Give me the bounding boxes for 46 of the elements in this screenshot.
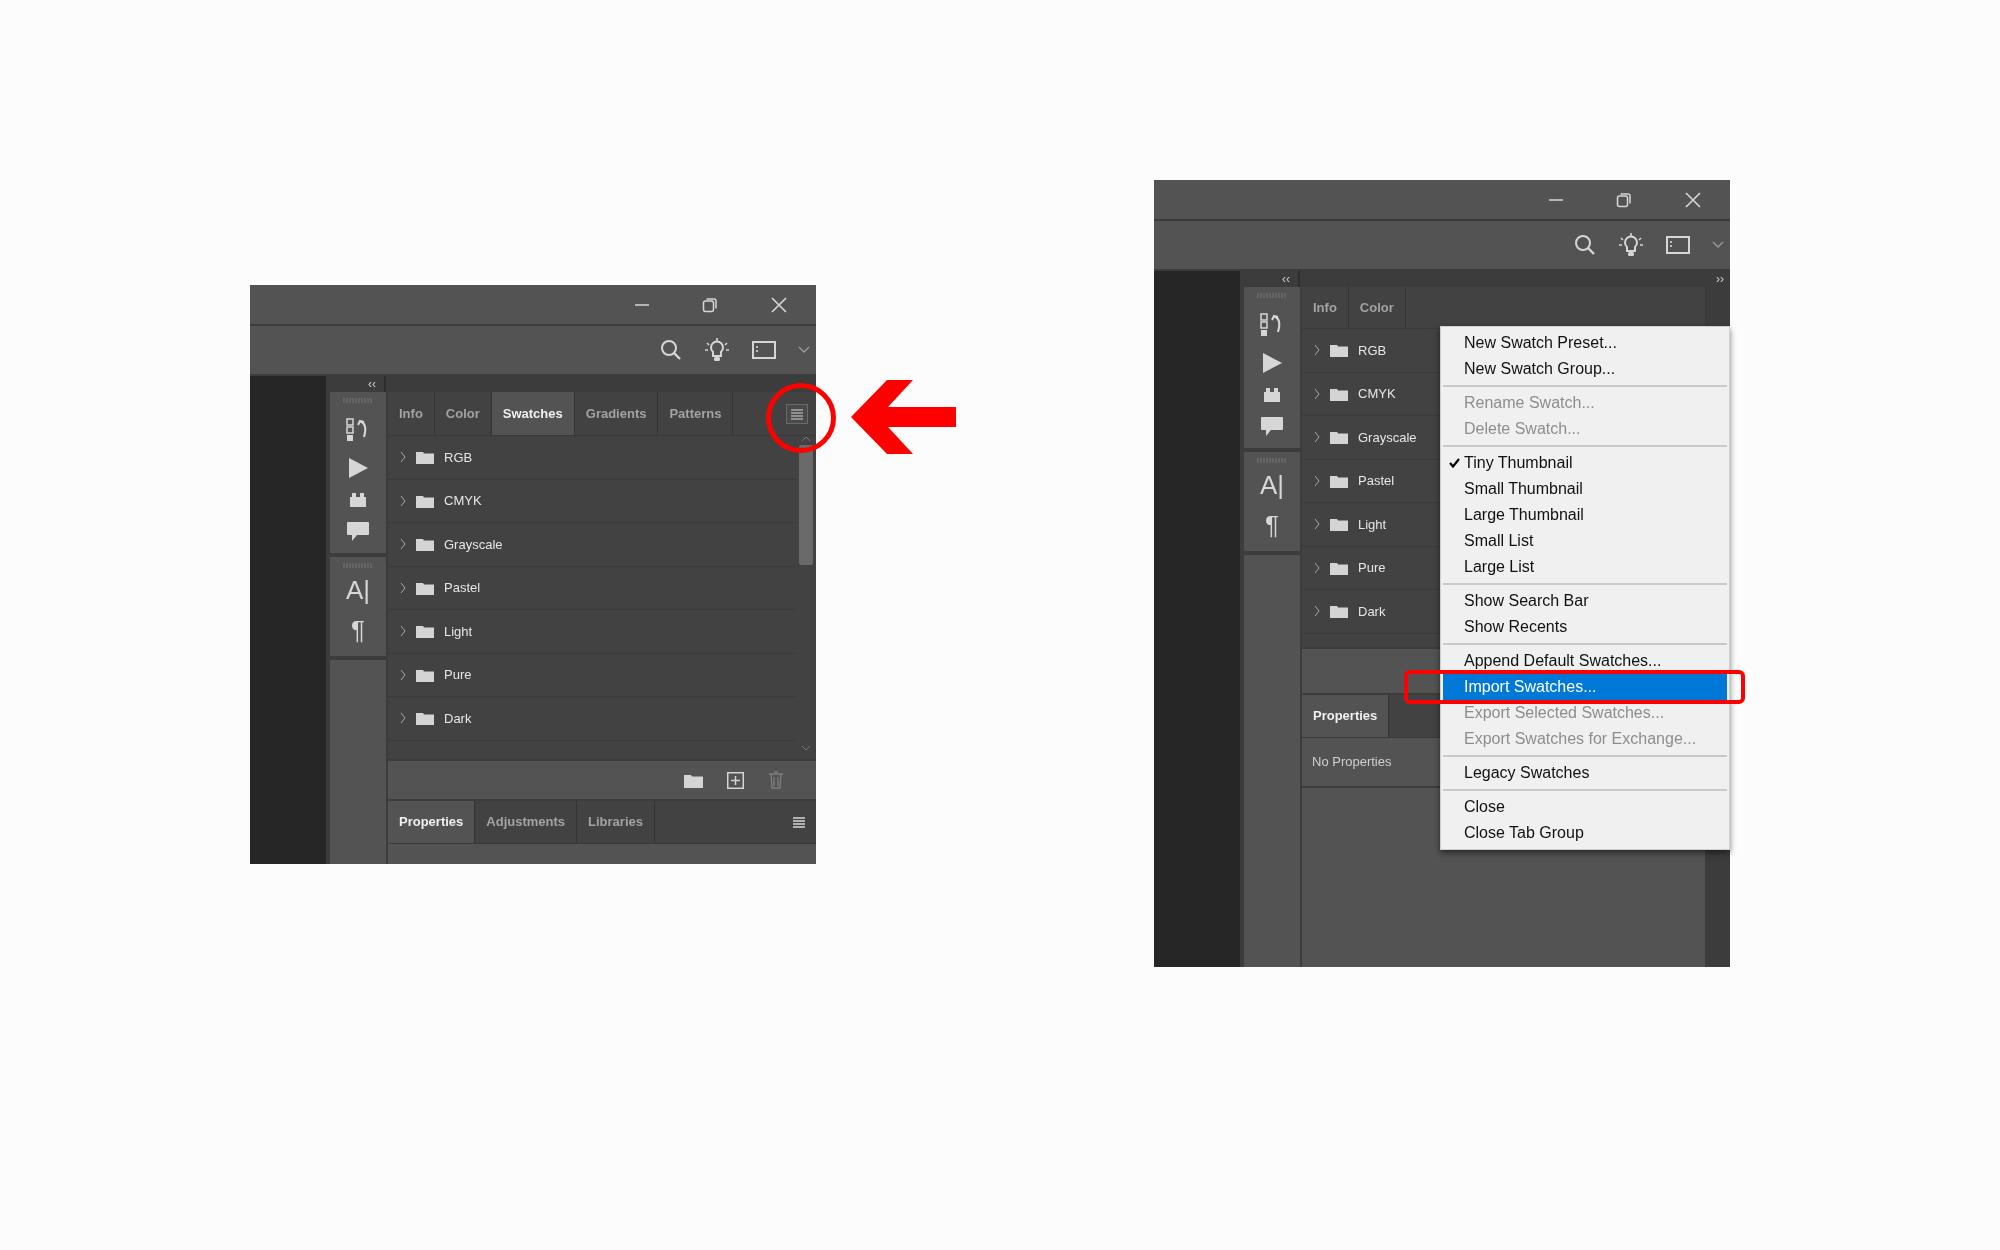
swatch-group-label: RGB (444, 448, 473, 467)
swatch-group-label: RGB (1358, 341, 1387, 360)
menu-item[interactable]: Large Thumbnail (1443, 502, 1727, 528)
swatch-group-label: Pure (1358, 559, 1386, 577)
menu-item[interactable]: Import Swatches... (1443, 674, 1727, 700)
swatch-group-label: Dark (444, 709, 472, 728)
swatch-group-row[interactable]: RGB (388, 436, 796, 480)
menu-item[interactable]: Show Recents (1443, 614, 1727, 640)
collapse-panels-button[interactable]: ‹‹ (368, 378, 376, 390)
swatch-group-label: Pastel (444, 579, 481, 597)
menu-item[interactable]: Close (1443, 794, 1727, 820)
swatch-group-label: CMYK (444, 492, 482, 510)
empty-properties-text: No Properties (1312, 753, 1392, 772)
swatch-group-label: Light (1358, 515, 1387, 534)
swatch-group-row[interactable]: Dark (388, 697, 796, 741)
swatch-group-label: Light (444, 622, 473, 641)
menu-item[interactable]: Append Default Swatches... (1443, 648, 1727, 674)
menu-item[interactable]: Small Thumbnail (1443, 476, 1727, 502)
swatch-group-row[interactable]: Grayscale (388, 523, 796, 567)
menu-item[interactable]: Show Search Bar (1443, 588, 1727, 614)
swatch-group-label: CMYK (1358, 385, 1396, 403)
character-panel-icon[interactable]: A| (345, 572, 371, 608)
menu-item[interactable]: Close Tab Group (1443, 820, 1727, 846)
collapse-panels-button[interactable]: ‹‹ (1282, 273, 1290, 285)
menu-item[interactable]: Tiny Thumbnail (1443, 450, 1727, 476)
panel-tab[interactable]: Swatches (491, 392, 575, 435)
swatch-group-row[interactable]: Pastel (388, 566, 796, 610)
panel-tab[interactable]: Properties (388, 801, 476, 843)
expand-panels-button[interactable]: ›› (1716, 273, 1730, 285)
menu-item[interactable]: Small List (1443, 528, 1727, 554)
menu-item[interactable]: Legacy Swatches (1443, 760, 1727, 786)
swatch-group-label: Dark (1358, 602, 1386, 621)
swatch-group-label: Pure (444, 666, 472, 684)
swatch-group-label: Grayscale (444, 535, 503, 554)
paragraph-panel-icon[interactable]: ¶ (1265, 507, 1279, 543)
swatch-group-row[interactable]: Light (388, 610, 796, 654)
menu-item[interactable]: New Swatch Group... (1443, 356, 1727, 382)
menu-item[interactable]: Large List (1443, 554, 1727, 580)
menu-item[interactable]: New Swatch Preset... (1443, 330, 1727, 356)
swatch-group-row[interactable]: CMYK (388, 479, 796, 523)
swatch-group-row[interactable]: Pure (388, 653, 796, 697)
swatch-group-label: Grayscale (1358, 428, 1417, 447)
panel-tab[interactable]: Properties (1302, 695, 1390, 737)
character-panel-icon[interactable]: A| (1259, 467, 1285, 503)
swatch-group-label: Pastel (1358, 472, 1395, 490)
paragraph-panel-icon[interactable]: ¶ (351, 612, 365, 648)
